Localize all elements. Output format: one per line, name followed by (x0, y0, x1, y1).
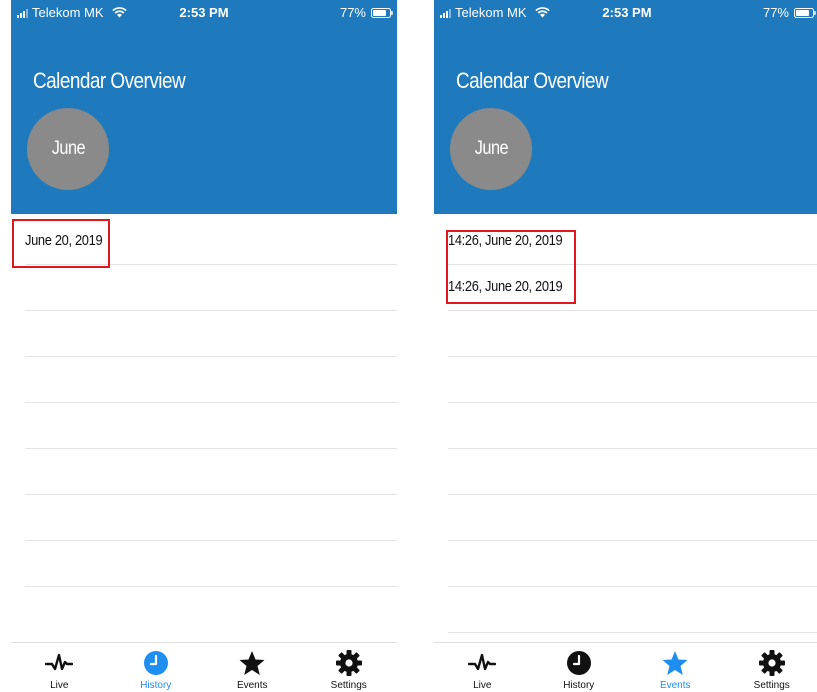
list-item[interactable] (448, 495, 817, 541)
history-list: June 20, 2019 (11, 219, 397, 587)
tab-history[interactable]: History (531, 643, 628, 692)
list-item[interactable] (448, 587, 817, 633)
battery-percentage: 77% (339, 5, 366, 20)
tab-bar: Live History Events Settings (434, 642, 817, 692)
clock-icon (566, 651, 591, 675)
highlight-box (446, 230, 576, 304)
month-badge[interactable]: June (450, 108, 532, 190)
pulse-icon (45, 653, 74, 671)
list-item[interactable] (25, 311, 397, 357)
header: Telekom MK 2:53 PM 77% Calendar Overview… (434, 0, 817, 214)
tab-events[interactable]: Events (627, 643, 724, 692)
list-item[interactable] (448, 311, 817, 357)
month-label: June (51, 138, 85, 159)
star-icon (239, 651, 265, 675)
status-bar: Telekom MK 2:53 PM 77% (11, 0, 397, 22)
tab-label: Settings (330, 680, 367, 691)
list-item[interactable] (25, 403, 397, 449)
tab-label: History (140, 680, 172, 691)
battery-icon (371, 7, 393, 18)
tab-settings[interactable]: Settings (301, 643, 398, 692)
month-badge[interactable]: June (27, 108, 109, 190)
list-item[interactable] (448, 541, 817, 587)
page-title: Calendar Overview (456, 68, 609, 93)
list-item[interactable] (25, 541, 397, 587)
tab-label: Live (473, 680, 492, 691)
month-label: June (474, 138, 508, 159)
list-item[interactable] (448, 357, 817, 403)
star-icon (662, 651, 688, 675)
tab-settings[interactable]: Settings (724, 643, 817, 692)
tab-label: Live (50, 680, 69, 691)
list-item[interactable] (25, 265, 397, 311)
tab-events[interactable]: Events (204, 643, 301, 692)
tab-label: Settings (753, 680, 790, 691)
header: Telekom MK 2:53 PM 77% Calendar Overview… (11, 0, 397, 214)
list-item[interactable] (25, 449, 397, 495)
pulse-icon (468, 653, 497, 671)
tab-live[interactable]: Live (434, 643, 531, 692)
highlight-box (12, 219, 110, 268)
list-item[interactable] (448, 403, 817, 449)
phone-screen-events: Telekom MK 2:53 PM 77% Calendar Overview… (434, 0, 817, 692)
tab-label: Events (659, 680, 691, 691)
status-time: 2:53 PM (602, 5, 652, 20)
tab-live[interactable]: Live (11, 643, 108, 692)
battery-percentage: 77% (762, 5, 789, 20)
tab-bar: Live History Events Settings (11, 642, 397, 692)
gear-icon (335, 650, 362, 676)
phone-screen-history: Telekom MK 2:53 PM 77% Calendar Overview… (11, 0, 397, 692)
clock-icon (143, 651, 168, 675)
status-bar: Telekom MK 2:53 PM 77% (434, 0, 817, 22)
list-item[interactable] (25, 495, 397, 541)
tab-label: Events (236, 680, 268, 691)
tab-history[interactable]: History (108, 643, 205, 692)
tab-label: History (563, 680, 595, 691)
list-item[interactable] (25, 357, 397, 403)
gear-icon (758, 650, 785, 676)
page-title: Calendar Overview (33, 68, 186, 93)
list-item[interactable] (448, 449, 817, 495)
battery-icon (794, 7, 816, 18)
